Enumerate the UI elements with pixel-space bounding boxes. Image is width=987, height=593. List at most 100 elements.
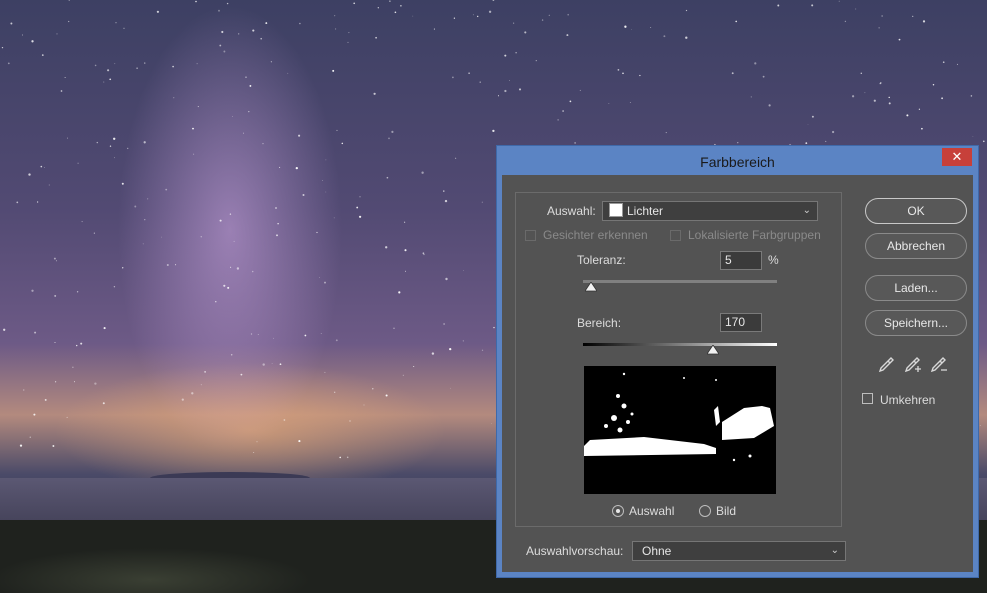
invert-checkbox[interactable] [862,393,873,404]
star [624,25,627,28]
star [48,184,50,186]
ok-button[interactable]: OK [865,198,967,224]
preview-mode-dropdown[interactable]: Ohne ⌄ [632,541,846,561]
tolerance-label: Toleranz: [577,253,626,267]
star [385,246,388,249]
cancel-button[interactable]: Abbrechen [865,233,967,259]
eyedropper-minus-icon[interactable] [930,357,948,373]
star [218,9,220,12]
radio-selection[interactable] [612,505,624,517]
selection-dropdown[interactable]: Lichter ⌄ [602,201,818,221]
star [888,96,890,99]
star [121,182,124,185]
star [109,78,112,81]
star [3,328,6,331]
star [114,63,116,65]
star [363,404,365,406]
star [302,193,305,197]
star [737,142,739,144]
star [873,99,876,102]
star [195,0,197,3]
star [270,61,272,63]
star [54,381,57,383]
star [413,365,415,368]
star [685,9,688,12]
star [304,334,307,337]
star [221,30,224,34]
star [93,232,95,234]
selection-label: Auswahl: [547,204,596,218]
star [262,363,265,366]
star [356,206,359,209]
load-button[interactable]: Laden... [865,275,967,301]
star [535,60,537,62]
star [400,4,402,7]
eyedropper-icon[interactable] [878,357,894,373]
star [275,207,277,209]
star [389,0,391,2]
star [557,119,559,121]
star [472,14,474,16]
star [324,371,326,373]
faces-checkbox[interactable] [525,230,536,241]
localized-label: Lokalisierte Farbgruppen [688,228,821,242]
star [173,97,175,99]
star [55,260,57,262]
star [21,34,23,36]
dialog-title: Farbbereich [700,154,775,170]
chevron-down-icon: ⌄ [830,545,839,556]
star [103,327,106,330]
range-input[interactable]: 170 [720,313,762,332]
star [102,402,105,405]
star [359,196,361,198]
star [811,4,814,7]
star [40,165,43,168]
dialog-titlebar[interactable]: Farbbereich ✕ [497,146,978,176]
star [412,15,414,17]
star [29,436,31,438]
radio-selection-label: Auswahl [629,504,675,518]
star [921,127,923,130]
star [831,130,835,134]
star [346,456,349,459]
star [322,180,323,181]
star [404,249,407,252]
star [807,123,809,125]
star [36,201,39,203]
star [617,69,620,71]
star [236,267,240,270]
star [631,29,632,30]
star [248,110,250,113]
star [232,116,233,117]
color-swatch-icon [609,203,623,217]
tolerance-slider-track[interactable] [583,280,777,283]
star [197,106,199,108]
star [541,19,544,21]
star [339,456,342,459]
range-slider-track[interactable] [583,343,777,346]
radio-image[interactable] [699,505,711,517]
star [443,323,445,325]
star [96,141,99,144]
star [334,15,336,17]
eyedropper-plus-icon[interactable] [904,357,922,373]
star [19,444,23,447]
star [942,61,945,64]
star [31,40,34,43]
star [103,81,105,83]
settings-group: Auswahl: Lichter ⌄ Gesichter erkennen Lo… [515,192,842,527]
star [200,384,202,386]
star [23,389,25,391]
star [256,441,258,443]
close-button[interactable]: ✕ [942,148,972,166]
localized-checkbox[interactable] [670,230,681,241]
star [336,129,338,131]
star [54,342,56,343]
star [295,166,298,170]
star [468,72,470,75]
star [134,205,137,208]
tolerance-input[interactable]: 5 [720,251,762,270]
star [423,254,425,256]
star [172,65,174,68]
save-button[interactable]: Speichern... [865,310,967,336]
